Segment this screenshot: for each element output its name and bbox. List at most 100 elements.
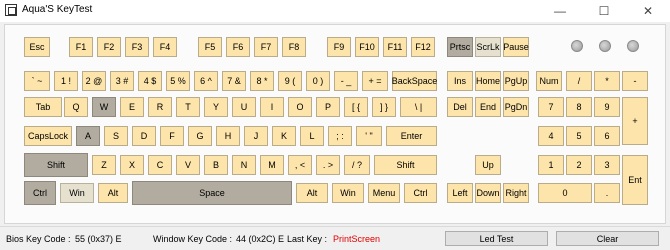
key-capslock[interactable]: CapsLock xyxy=(24,126,72,146)
key-minus[interactable]: - _ xyxy=(334,71,358,91)
key-semicolon[interactable]: ; : xyxy=(328,126,352,146)
key-r[interactable]: R xyxy=(148,97,172,117)
key-space[interactable]: Space xyxy=(132,181,292,205)
key-9[interactable]: 9 ( xyxy=(278,71,302,91)
key-backslash[interactable]: \ | xyxy=(400,97,437,117)
key-l[interactable]: L xyxy=(300,126,324,146)
key-prtsc[interactable]: Prtsc xyxy=(447,37,473,57)
key-o[interactable]: O xyxy=(288,97,312,117)
key-del[interactable]: Del xyxy=(447,97,473,117)
key-right-shift[interactable]: Shift xyxy=(374,155,437,175)
maximize-button[interactable]: ☐ xyxy=(582,0,626,22)
key-i[interactable]: I xyxy=(260,97,284,117)
key-num-divide[interactable]: / xyxy=(566,71,592,91)
key-k[interactable]: K xyxy=(272,126,296,146)
key-num-4[interactable]: 4 xyxy=(538,126,564,146)
key-y[interactable]: Y xyxy=(204,97,228,117)
key-left-shift[interactable]: Shift xyxy=(24,153,88,177)
key-f3[interactable]: F3 xyxy=(125,37,149,57)
key-num-decimal[interactable]: . xyxy=(594,183,620,203)
key-esc[interactable]: Esc xyxy=(24,37,50,57)
key-f2[interactable]: F2 xyxy=(97,37,121,57)
key-left[interactable]: Left xyxy=(447,183,473,203)
key-f7[interactable]: F7 xyxy=(254,37,278,57)
key-left-alt[interactable]: Alt xyxy=(98,183,128,203)
key-numlock[interactable]: Num xyxy=(536,71,562,91)
key-right-ctrl[interactable]: Ctrl xyxy=(404,183,437,203)
key-5[interactable]: 5 % xyxy=(166,71,190,91)
key-n[interactable]: N xyxy=(232,155,256,175)
key-equals[interactable]: + = xyxy=(362,71,388,91)
key-m[interactable]: M xyxy=(260,155,284,175)
key-num-enter[interactable]: Ent xyxy=(622,155,648,205)
key-left-bracket[interactable]: [ { xyxy=(344,97,368,117)
key-6[interactable]: 6 ^ xyxy=(194,71,218,91)
key-0[interactable]: 0 ) xyxy=(306,71,330,91)
key-num-5[interactable]: 5 xyxy=(566,126,592,146)
key-home[interactable]: Home xyxy=(475,71,501,91)
key-left-win[interactable]: Win xyxy=(60,183,94,203)
key-f6[interactable]: F6 xyxy=(226,37,250,57)
key-j[interactable]: J xyxy=(244,126,268,146)
key-p[interactable]: P xyxy=(316,97,340,117)
key-right-alt[interactable]: Alt xyxy=(296,183,328,203)
close-button[interactable]: ✕ xyxy=(626,0,670,22)
key-f11[interactable]: F11 xyxy=(383,37,407,57)
key-pause[interactable]: Pause xyxy=(503,37,529,57)
key-comma[interactable]: , < xyxy=(288,155,312,175)
key-num-8[interactable]: 8 xyxy=(566,97,592,117)
key-tab[interactable]: Tab xyxy=(24,97,62,117)
key-8[interactable]: 8 * xyxy=(250,71,274,91)
key-f5[interactable]: F5 xyxy=(198,37,222,57)
key-up[interactable]: Up xyxy=(475,155,501,175)
key-u[interactable]: U xyxy=(232,97,256,117)
key-x[interactable]: X xyxy=(120,155,144,175)
key-left-ctrl[interactable]: Ctrl xyxy=(24,181,56,205)
key-4[interactable]: 4 $ xyxy=(138,71,162,91)
key-3[interactable]: 3 # xyxy=(110,71,134,91)
key-backtick[interactable]: ` ~ xyxy=(24,71,50,91)
key-7[interactable]: 7 & xyxy=(222,71,246,91)
key-f10[interactable]: F10 xyxy=(355,37,379,57)
key-a[interactable]: A xyxy=(76,126,100,146)
key-s[interactable]: S xyxy=(104,126,128,146)
key-f4[interactable]: F4 xyxy=(153,37,177,57)
key-slash[interactable]: / ? xyxy=(344,155,370,175)
key-num-subtract[interactable]: - xyxy=(622,71,648,91)
minimize-button[interactable]: — xyxy=(538,0,582,22)
key-quote[interactable]: ' " xyxy=(356,126,382,146)
key-down[interactable]: Down xyxy=(475,183,501,203)
key-backspace[interactable]: BackSpace xyxy=(392,71,437,91)
key-v[interactable]: V xyxy=(176,155,200,175)
key-right-bracket[interactable]: ] } xyxy=(372,97,396,117)
key-num-3[interactable]: 3 xyxy=(594,155,620,175)
key-num-1[interactable]: 1 xyxy=(538,155,564,175)
key-period[interactable]: . > xyxy=(316,155,340,175)
key-f[interactable]: F xyxy=(160,126,184,146)
key-enter[interactable]: Enter xyxy=(386,126,437,146)
clear-button[interactable]: Clear xyxy=(556,231,659,246)
key-z[interactable]: Z xyxy=(92,155,116,175)
key-1[interactable]: 1 ! xyxy=(54,71,78,91)
key-end[interactable]: End xyxy=(475,97,501,117)
key-scrlk[interactable]: ScrLk xyxy=(475,37,501,57)
key-g[interactable]: G xyxy=(188,126,212,146)
key-2[interactable]: 2 @ xyxy=(82,71,106,91)
key-f12[interactable]: F12 xyxy=(411,37,435,57)
key-right[interactable]: Right xyxy=(503,183,529,203)
key-right-win[interactable]: Win xyxy=(332,183,364,203)
key-e[interactable]: E xyxy=(120,97,144,117)
key-menu[interactable]: Menu xyxy=(368,183,400,203)
key-ins[interactable]: Ins xyxy=(447,71,473,91)
led-test-button[interactable]: Led Test xyxy=(445,231,548,246)
key-num-2[interactable]: 2 xyxy=(566,155,592,175)
key-t[interactable]: T xyxy=(176,97,200,117)
key-num-6[interactable]: 6 xyxy=(594,126,620,146)
key-d[interactable]: D xyxy=(132,126,156,146)
key-c[interactable]: C xyxy=(148,155,172,175)
key-pgdn[interactable]: PgDn xyxy=(503,97,529,117)
key-f9[interactable]: F9 xyxy=(327,37,351,57)
key-num-0[interactable]: 0 xyxy=(538,183,592,203)
key-num-multiply[interactable]: * xyxy=(594,71,620,91)
key-w[interactable]: W xyxy=(92,97,116,117)
